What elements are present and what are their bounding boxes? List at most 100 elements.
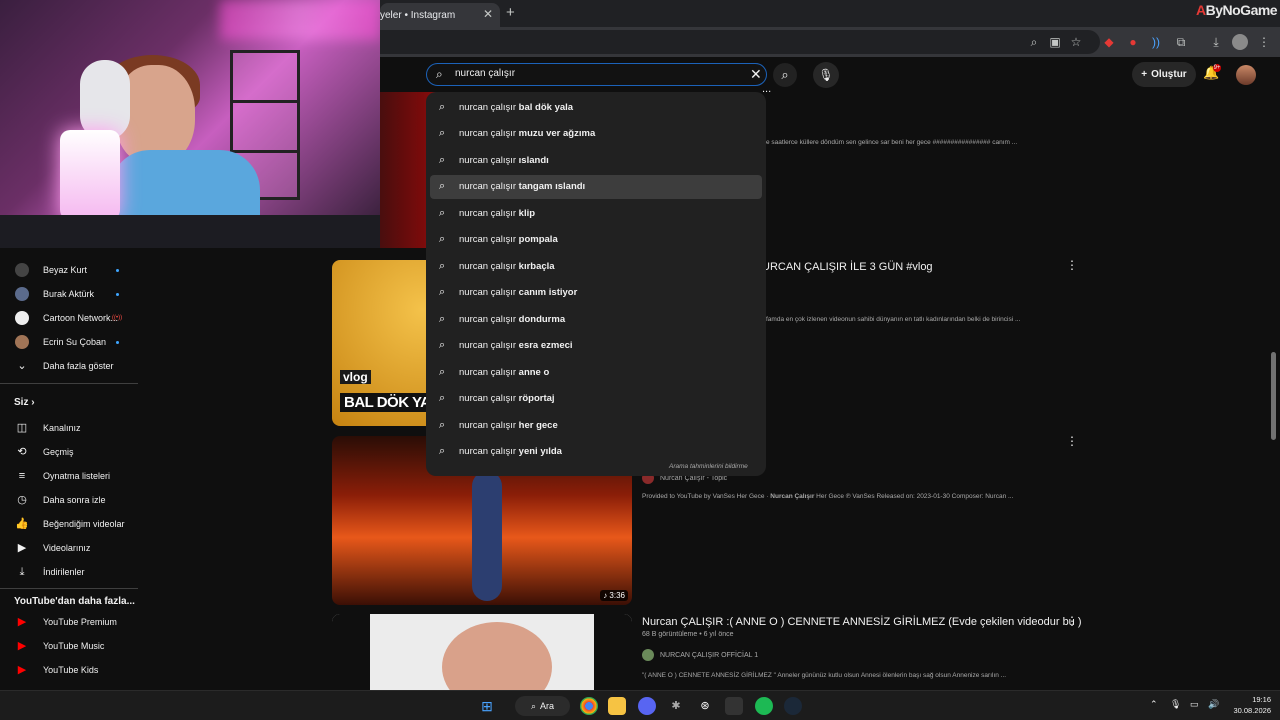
search-suggestion[interactable]: ⌕ nurcan çalışır klip	[430, 201, 762, 225]
show-more-button[interactable]: ⌄ Daha fazla göster	[0, 354, 138, 378]
extension-shield-icon[interactable]: ◆	[1101, 34, 1117, 50]
youtube-logo-icon: ▶	[17, 616, 27, 628]
network-icon[interactable]: ▭	[1190, 699, 1199, 710]
search-suggestion[interactable]: ⌕ nurcan çalışır muzu ver ağzıma	[430, 122, 762, 146]
menu-kebab-icon[interactable]: ⋮	[1256, 34, 1272, 50]
thumbnail-letterbox	[594, 614, 632, 690]
profile-avatar-icon[interactable]	[1232, 34, 1248, 50]
download-icon: ⤓	[19, 566, 25, 578]
channel-avatar	[642, 649, 654, 661]
sidebar-subscription[interactable]: Cartoon Network... ((•))	[0, 306, 138, 330]
report-predictions-link[interactable]: Arama tahminlerini bildirme	[669, 463, 748, 470]
more-options-icon[interactable]: ⋮	[1066, 258, 1078, 272]
search-suggestion[interactable]: ⌕ nurcan çalışır tangam ıslandı	[430, 174, 762, 199]
video-icon: ▶	[17, 542, 27, 554]
video-description: e saatlerce küllere döndüm sen gelince s…	[766, 139, 1018, 146]
more-options-icon[interactable]: ⋮	[1066, 434, 1078, 448]
app-icon[interactable]: ✱	[667, 697, 685, 715]
sidebar-item-history[interactable]: ⟲ Geçmiş	[0, 440, 138, 464]
youtube-header: ⌕ nurcan çalışır ✕ ⌕ 🎙 + Oluştur 🔔 9+	[380, 57, 1280, 92]
spotify-icon[interactable]	[755, 697, 773, 715]
mic-tray-icon[interactable]: 🎙	[1170, 699, 1181, 710]
terminal-icon[interactable]	[725, 697, 743, 715]
search-suggestion[interactable]: ⌕ nurcan çalışır pompala	[430, 228, 762, 252]
search-icon: ⌕	[439, 339, 446, 351]
download-icon[interactable]: ⤓	[1208, 34, 1224, 50]
file-explorer-icon[interactable]	[608, 697, 626, 715]
sidebar-item-download[interactable]: ⤓ İndirilenler	[0, 560, 138, 584]
taskbar-search[interactable]: ⌕ Ara	[515, 696, 570, 716]
search-suggestion[interactable]: ⌕ nurcan çalışır dondurma	[430, 307, 762, 331]
divider	[0, 383, 138, 384]
chrome-icon[interactable]	[580, 697, 598, 715]
suggestion-text: nurcan çalışır ıslandı	[459, 154, 549, 166]
clock-icon: ◷	[17, 494, 27, 506]
bynogame-logo: AByNoGame	[1196, 2, 1278, 18]
windows-start-icon[interactable]: ⊞	[478, 697, 496, 715]
notification-badge: 9+	[1213, 64, 1221, 72]
sidebar-item-playlist[interactable]: ≡ Oynatma listeleri	[0, 464, 138, 488]
cast-icon[interactable]: ▣	[1047, 34, 1063, 50]
search-suggestion[interactable]: ⌕ nurcan çalışır ıslandı	[430, 148, 762, 172]
new-tab-button[interactable]: +	[506, 4, 515, 21]
address-bar[interactable]	[380, 30, 1100, 54]
search-icon: ⌕	[436, 67, 443, 81]
clear-search-icon[interactable]: ✕	[750, 66, 762, 83]
search-suggestion[interactable]: ⌕ nurcan çalışır anne o	[430, 360, 762, 384]
search-suggestion[interactable]: ⌕ nurcan çalışır esra ezmeci	[430, 334, 762, 358]
search-suggestions-dropdown: Arama tahminlerini bildirme ⌕ nurcan çalı…	[426, 92, 766, 476]
playlist-icon: ≡	[18, 470, 26, 482]
tab-close-icon[interactable]: ✕	[483, 7, 493, 21]
screen: yeler • Instagram ✕ + AByNoGame ⌕ ▣ ☆ ◆ …	[0, 0, 1280, 720]
discord-icon[interactable]	[638, 697, 656, 715]
taskbar-clock[interactable]: 19:16 30.08.2026	[1225, 694, 1271, 716]
sidebar-item-video[interactable]: ▶ Videolarınız	[0, 536, 138, 560]
channel-row[interactable]: NURCAN ÇALIŞIR OFFİCİAL 1	[642, 649, 758, 661]
account-avatar[interactable]	[1236, 65, 1256, 85]
more-options-icon[interactable]: ⋮	[1066, 614, 1078, 628]
volume-icon[interactable]: 🔊	[1208, 699, 1219, 710]
tray-chevron-icon[interactable]: ⌃	[1150, 699, 1158, 710]
search-icon: ⌕	[530, 700, 537, 711]
sidebar-item-youtube-app[interactable]: ▶ YouTube Music	[0, 634, 138, 658]
bookmark-star-icon[interactable]: ☆	[1068, 34, 1084, 50]
sidebar-subscription[interactable]: Beyaz Kurt	[0, 258, 138, 282]
search-input[interactable]: ⌕ nurcan çalışır ✕	[426, 63, 767, 86]
search-suggestion[interactable]: ⌕ nurcan çalışır yeni yılda	[430, 440, 762, 464]
search-suggestion[interactable]: ⌕ nurcan çalışır her gece	[430, 413, 762, 437]
sidebar-item-youtube-app[interactable]: ▶ YouTube Kids	[0, 658, 138, 682]
sidebar-item-channel[interactable]: ◫ Kanalınız	[0, 416, 138, 440]
video-description: famda en çok izlenen videonun sahibi dün…	[766, 316, 1021, 323]
extensions-puzzle-icon[interactable]: ⧉	[1173, 34, 1189, 50]
search-icon: ⌕	[439, 100, 446, 113]
sidebar-subscription[interactable]: Ecrin Su Çoban	[0, 330, 138, 354]
browser-tab[interactable]: yeler • Instagram ✕	[380, 3, 500, 27]
search-suggestion[interactable]: ⌕ nurcan çalışır canım istiyor	[430, 281, 762, 305]
steam-icon[interactable]	[784, 697, 802, 715]
video-thumbnail[interactable]	[332, 614, 632, 690]
search-suggestion[interactable]: ⌕ nurcan çalışır kırbaçla	[430, 254, 762, 278]
search-suggestion[interactable]: ⌕ nurcan çalışır bal dök yala	[430, 95, 762, 119]
extension-ublock-icon[interactable]: ●	[1125, 34, 1141, 50]
app-icon[interactable]: ⊛	[696, 697, 714, 715]
chevron-down-icon: ⌄	[17, 360, 27, 372]
sidebar-item-label: YouTube Kids	[43, 665, 99, 675]
sidebar-subscription[interactable]: Burak Aktürk	[0, 282, 138, 306]
search-suggestion[interactable]: ⌕ nurcan çalışır röportaj	[430, 387, 762, 411]
voice-search-button[interactable]: 🎙	[813, 62, 839, 88]
you-section-header[interactable]: Siz ›	[14, 397, 35, 408]
search-button[interactable]: ⌕	[773, 63, 797, 87]
suggestion-text: nurcan çalışır tangam ıslandı	[459, 181, 586, 192]
zoom-icon[interactable]: ⌕	[1026, 34, 1042, 50]
sidebar-item-like[interactable]: 👍 Beğendiğim videolar	[0, 512, 138, 536]
sidebar-item-youtube-app[interactable]: ▶ YouTube Premium	[0, 610, 138, 634]
video-title[interactable]: URCAN ÇALIŞIR İLE 3 GÜN #vlog	[762, 261, 933, 273]
video-title[interactable]: Nurcan ÇALIŞIR :( ANNE O ) CENNETE ANNES…	[642, 616, 1082, 628]
scrollbar-thumb[interactable]	[1271, 352, 1276, 440]
video-title[interactable]: ...	[762, 83, 771, 95]
suggestion-text: nurcan çalışır klip	[459, 207, 536, 219]
extension-sound-icon[interactable]: ))	[1148, 34, 1164, 50]
sidebar-item-clock[interactable]: ◷ Daha sonra izle	[0, 488, 138, 512]
create-button[interactable]: + Oluştur	[1132, 62, 1196, 87]
video-duration: ♪ 3:36	[600, 590, 628, 601]
